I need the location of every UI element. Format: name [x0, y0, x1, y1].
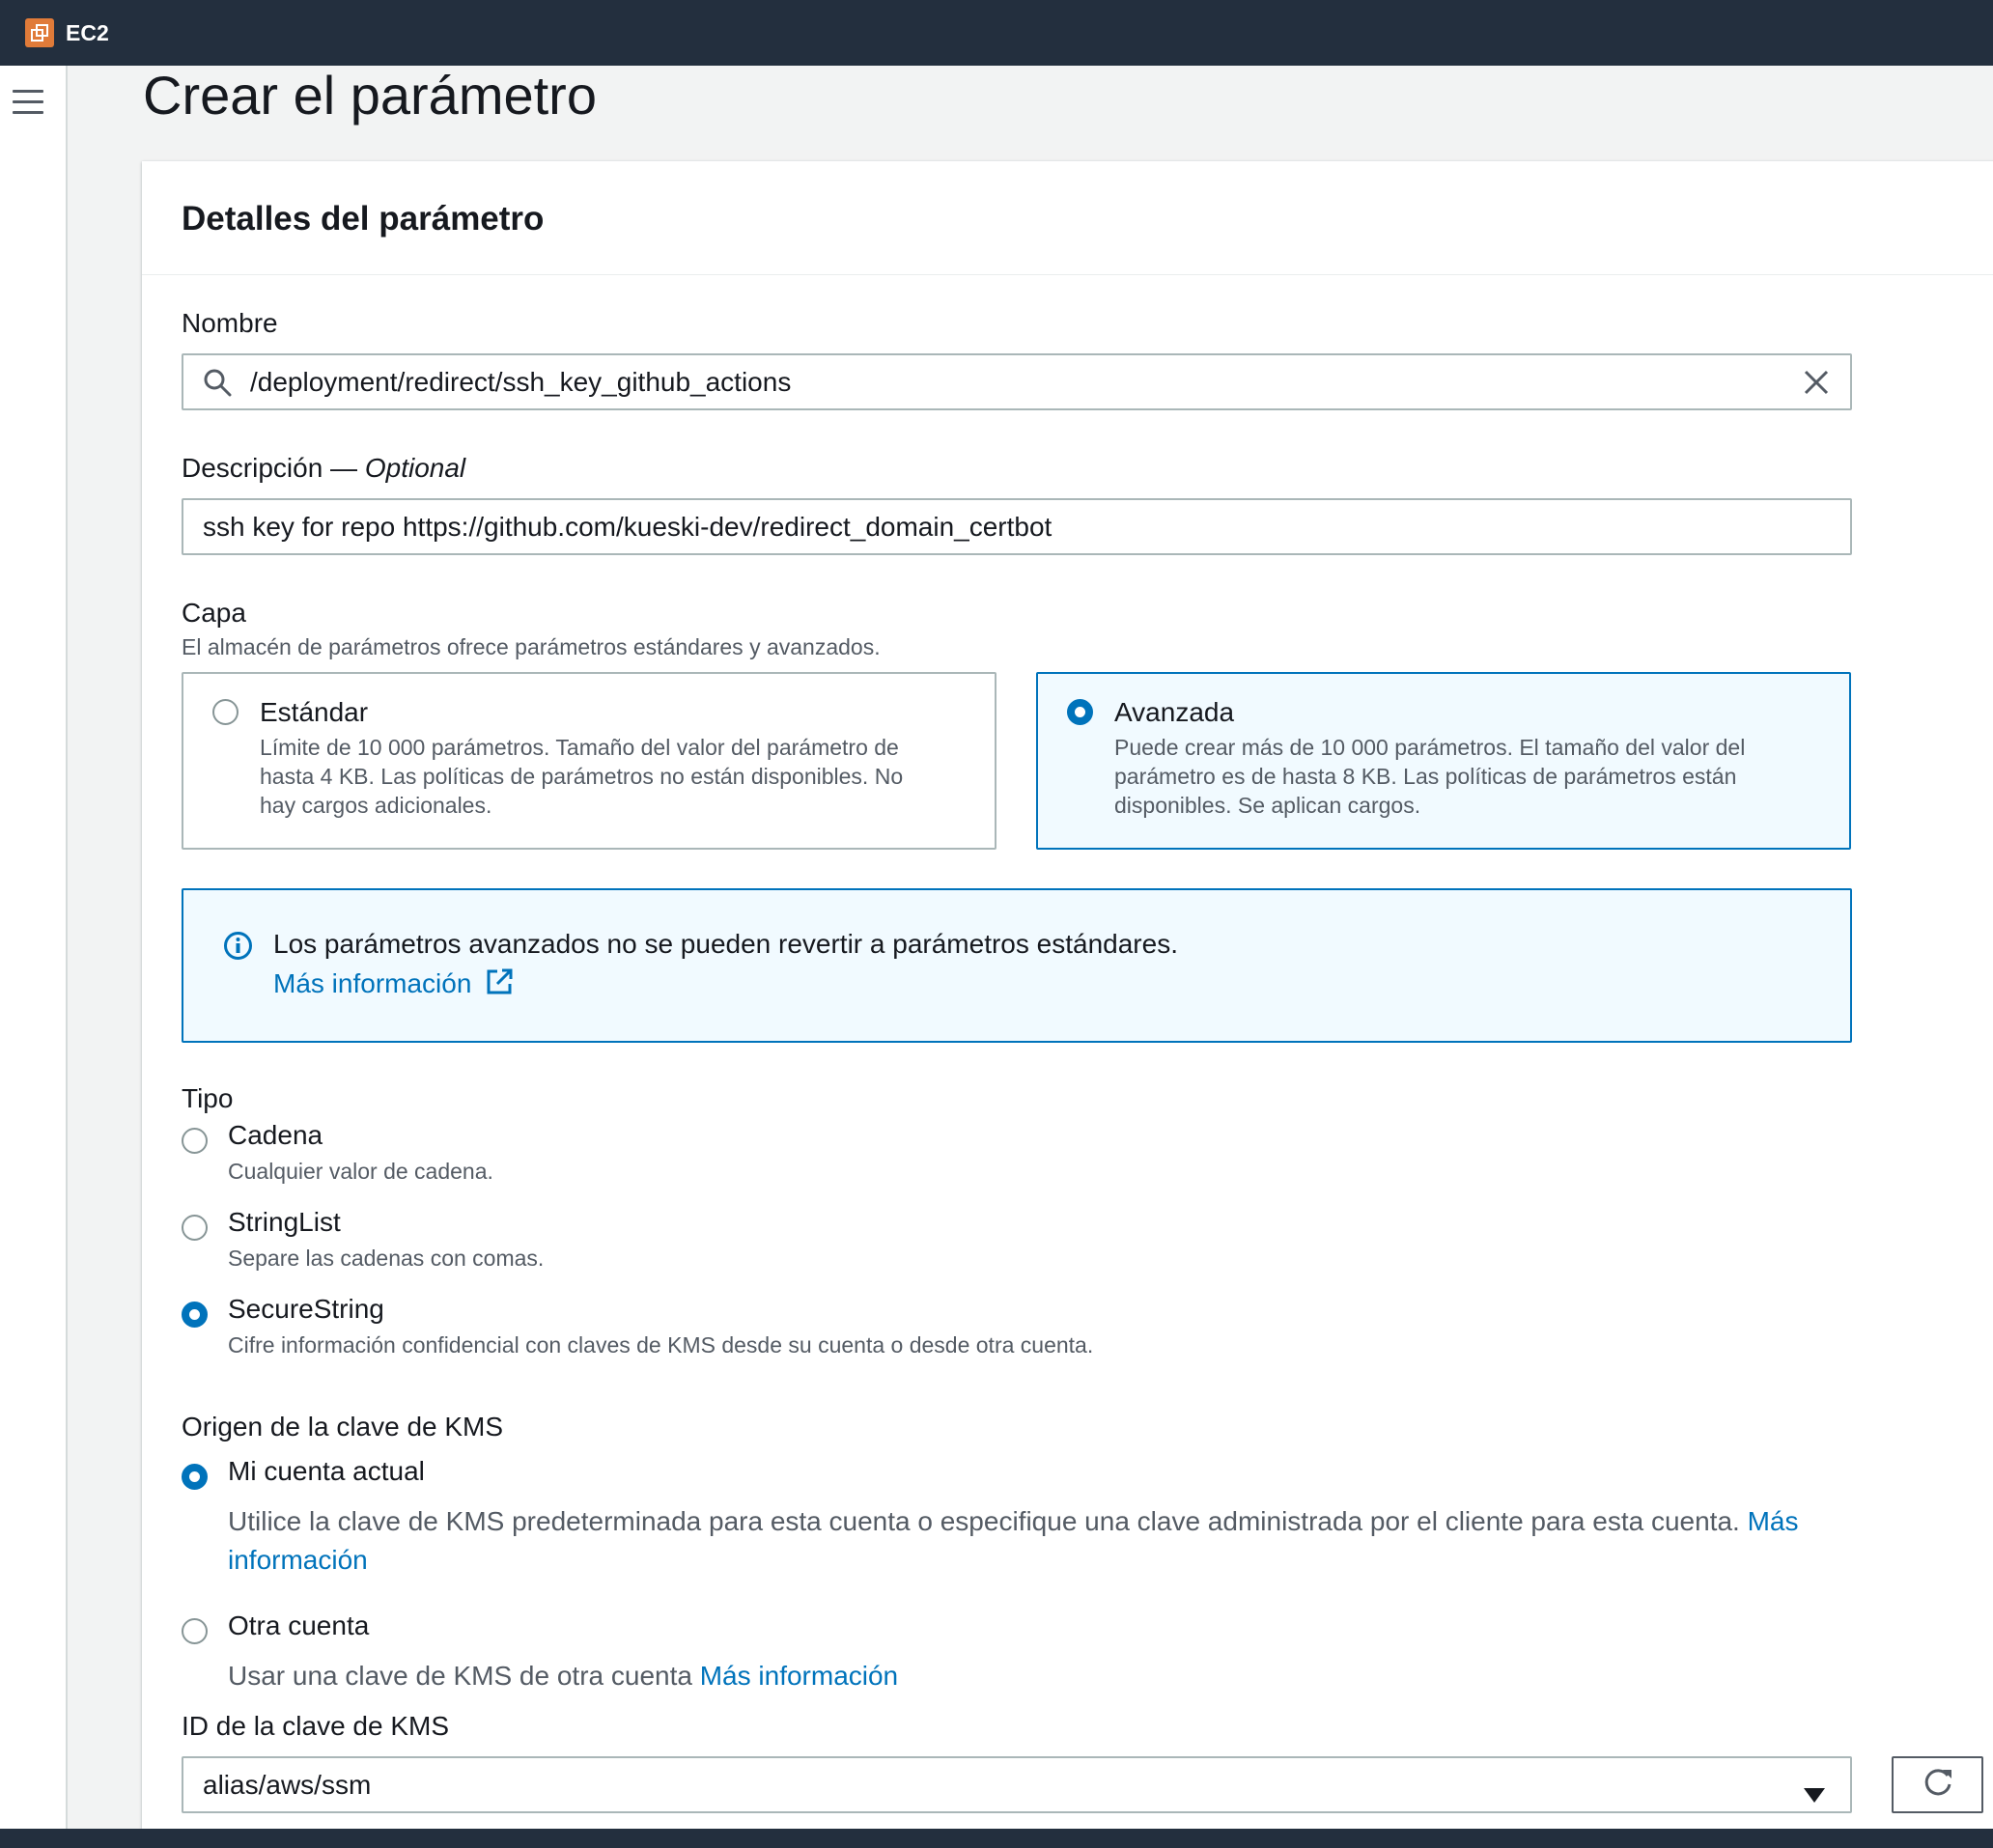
kms-other-account-title[interactable]: Otra cuenta — [228, 1610, 369, 1641]
tier-standard-radio[interactable] — [212, 699, 239, 725]
kms-current-account-desc-text: Utilice la clave de KMS predeterminada p… — [228, 1506, 1748, 1536]
type-securestring-description: Cifre información confidencial con clave… — [228, 1332, 1094, 1358]
name-label: Nombre — [182, 308, 278, 338]
kms-current-account-link[interactable]: Más — [1748, 1506, 1799, 1536]
tier-hint: El almacén de parámetros ofrece parámetr… — [182, 634, 881, 659]
kms-current-account-description: Utilice la clave de KMS predeterminada p… — [228, 1502, 1869, 1580]
type-stringlist-title[interactable]: StringList — [228, 1207, 341, 1238]
learn-more-link[interactable]: Más información — [273, 968, 471, 998]
tier-advanced-title: Avanzada — [1114, 697, 1235, 727]
kms-key-id-value: alias/aws/ssm — [203, 1769, 372, 1800]
info-alert: Los parámetros avanzados no se pueden re… — [182, 888, 1852, 1043]
ec2-service-icon[interactable] — [25, 18, 54, 47]
kms-current-account-radio[interactable] — [182, 1464, 208, 1490]
kms-current-account-title[interactable]: Mi cuenta actual — [228, 1456, 425, 1487]
tier-standard-desc-line: Límite de 10 000 parámetros. Tamaño del … — [260, 735, 899, 760]
tier-standard-desc-line: hasta 4 KB. Las políticas de parámetros … — [260, 764, 904, 789]
tier-option-standard[interactable]: Estándar Límite de 10 000 parámetros. Ta… — [182, 672, 996, 850]
kms-other-account-desc-text: Usar una clave de KMS de otra cuenta — [228, 1661, 700, 1691]
description-label-text: Descripción — — [182, 453, 365, 483]
description-label: Descripción — Optional — [182, 453, 465, 484]
tier-option-advanced[interactable]: Avanzada Puede crear más de 10 000 parám… — [1036, 672, 1851, 850]
type-label: Tipo — [182, 1083, 234, 1113]
kms-other-account-radio[interactable] — [182, 1618, 208, 1644]
description-input-value: ssh key for repo https://github.com/kues… — [203, 511, 1053, 542]
type-string-radio[interactable] — [182, 1128, 208, 1154]
tier-standard-description: Límite de 10 000 parámetros. Tamaño del … — [260, 733, 903, 820]
info-icon — [223, 931, 253, 966]
refresh-icon — [1922, 1766, 1954, 1804]
tier-advanced-desc-line: disponibles. Se aplican cargos. — [1114, 793, 1421, 818]
service-name[interactable]: EC2 — [66, 20, 109, 46]
info-alert-text: Los parámetros avanzados no se pueden re… — [273, 929, 1178, 959]
tier-advanced-desc-line: Puede crear más de 10 000 parámetros. El… — [1114, 735, 1746, 760]
kms-key-id-select[interactable]: alias/aws/ssm — [182, 1756, 1852, 1813]
tier-advanced-desc-line: parámetro es de hasta 8 KB. Las política… — [1114, 764, 1737, 789]
clear-icon[interactable] — [1802, 368, 1831, 404]
type-stringlist-description: Separe las cadenas con comas. — [228, 1246, 545, 1271]
type-string-description: Cualquier valor de cadena. — [228, 1159, 493, 1184]
type-securestring-radio[interactable] — [182, 1302, 208, 1328]
name-input-value: /deployment/redirect/ssh_key_github_acti… — [250, 366, 792, 397]
tier-standard-title: Estándar — [260, 697, 369, 727]
tier-standard-desc-line: hay cargos adicionales. — [260, 793, 492, 818]
kms-other-account-description: Usar una clave de KMS de otra cuenta Más… — [228, 1657, 898, 1695]
type-stringlist-radio[interactable] — [182, 1215, 208, 1241]
search-icon — [203, 368, 232, 404]
type-string-title[interactable]: Cadena — [228, 1120, 323, 1151]
external-link-icon[interactable] — [485, 967, 514, 1003]
tier-advanced-radio[interactable] — [1067, 699, 1093, 725]
info-alert-learn-more[interactable]: Más información — [273, 967, 514, 1003]
refresh-button[interactable] — [1892, 1756, 1983, 1813]
tier-advanced-description: Puede crear más de 10 000 parámetros. El… — [1114, 733, 1745, 820]
bottom-bar — [0, 1829, 1993, 1848]
kms-current-account-link[interactable]: información — [228, 1545, 368, 1575]
container-header: Detalles del parámetro — [142, 161, 1993, 275]
top-navigation-bar: EC2 — [0, 0, 1993, 66]
dropdown-caret-icon[interactable] — [1804, 1779, 1825, 1810]
description-input[interactable]: ssh key for repo https://github.com/kues… — [182, 498, 1852, 555]
tier-label: Capa — [182, 598, 246, 628]
side-navigation-rail — [0, 66, 68, 1829]
name-input[interactable]: /deployment/redirect/ssh_key_github_acti… — [182, 353, 1852, 410]
type-securestring-title[interactable]: SecureString — [228, 1294, 384, 1325]
kms-other-account-link[interactable]: Más información — [700, 1661, 898, 1691]
optional-tag: Optional — [364, 453, 466, 483]
kms-key-id-label: ID de la clave de KMS — [182, 1711, 450, 1741]
parameter-details-container: Detalles del parámetro Nombre /deploymen… — [142, 161, 1993, 1829]
kms-source-label: Origen de la clave de KMS — [182, 1412, 504, 1442]
hamburger-menu-icon[interactable] — [13, 90, 43, 117]
page-title: Crear el parámetro — [143, 65, 597, 126]
